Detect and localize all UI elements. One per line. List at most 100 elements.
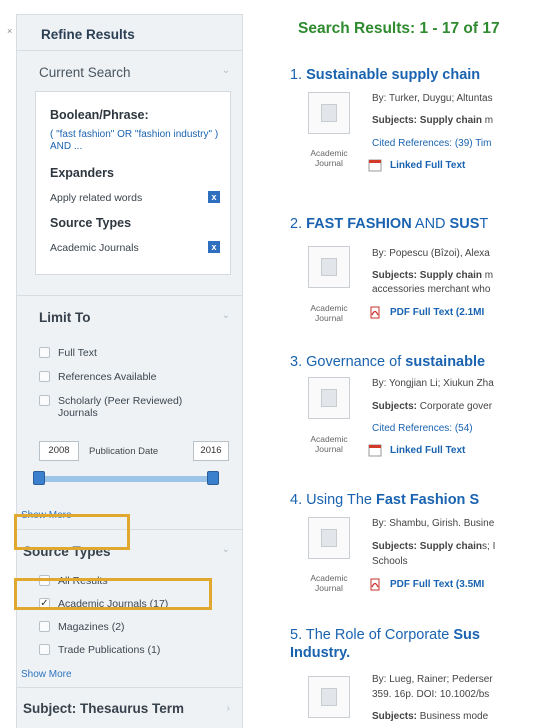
result-number: 1. xyxy=(290,67,303,83)
document-thumbnail-icon[interactable] xyxy=(308,676,350,718)
document-thumbnail-icon[interactable] xyxy=(308,517,350,559)
checkbox-icon[interactable] xyxy=(39,621,50,632)
divider xyxy=(17,687,242,688)
result-title-text[interactable]: Governance of sustainable xyxy=(306,354,485,370)
doc-type-label: Academic Journal xyxy=(310,148,348,168)
result-byline: By: Popescu (Bîzoi), Alexa xyxy=(372,248,490,259)
subject-thesaurus-heading[interactable]: Subject: Thesaurus Term xyxy=(23,701,184,716)
limit-option-label: References Available xyxy=(58,371,157,383)
checkbox-icon[interactable] xyxy=(39,644,50,655)
result-number: 5. xyxy=(290,627,303,643)
checkbox-icon[interactable] xyxy=(39,371,50,382)
checkbox-icon[interactable] xyxy=(39,347,50,358)
pdf-full-text-link[interactable]: PDF Full Text (2.1MI xyxy=(390,307,484,318)
sidebar-title: Refine Results xyxy=(17,15,242,51)
limit-option-scholarly[interactable]: Scholarly (Peer Reviewed) Journals xyxy=(39,395,229,421)
pdf-icon[interactable] xyxy=(368,306,382,319)
slider-handle-start[interactable] xyxy=(33,471,45,485)
cited-references-link[interactable]: Cited References: (54) xyxy=(372,423,473,434)
current-search-heading[interactable]: Current Search xyxy=(39,65,131,80)
source-option-label: Trade Publications (1) xyxy=(58,644,161,656)
search-results: Search Results: 1 - 17 of 17 1. Sustaina… xyxy=(260,0,554,728)
linked-full-text-icon[interactable] xyxy=(368,159,382,172)
chevron-down-icon[interactable]: ⌄ xyxy=(222,65,230,76)
source-show-more-link[interactable]: Show More xyxy=(21,669,72,680)
result-title-1[interactable]: 1. Sustainable supply chain xyxy=(290,67,480,83)
doc-type-label: Academic Journal xyxy=(310,303,348,323)
query-link[interactable]: ( "fast fashion" OR "fashion industry" )… xyxy=(50,129,220,153)
result-subjects-cont: accessories merchant who xyxy=(372,284,491,295)
result-title-text[interactable]: Sustainable supply chain xyxy=(306,67,480,83)
limit-option-references[interactable]: References Available xyxy=(39,371,229,383)
source-types-label: Source Types xyxy=(50,216,132,230)
document-thumbnail-icon[interactable] xyxy=(308,92,350,134)
source-type-item: Academic Journals xyxy=(50,242,139,254)
chevron-right-icon[interactable]: › xyxy=(227,703,230,714)
limit-to-heading[interactable]: Limit To xyxy=(39,310,91,325)
expanders-label: Expanders xyxy=(50,166,114,180)
result-title-text[interactable]: FAST FASHION AND SUST xyxy=(306,216,488,232)
source-types-highlight xyxy=(14,514,130,550)
document-thumbnail-icon[interactable] xyxy=(308,246,350,288)
document-thumbnail-icon[interactable] xyxy=(308,377,350,419)
refine-results-sidebar: Refine Results Current Search ⌄ Boolean/… xyxy=(16,14,243,728)
result-byline: By: Turker, Duygu; Altuntas xyxy=(372,93,493,104)
expander-row: Apply related words x xyxy=(50,191,220,204)
source-option-magazines[interactable]: Magazines (2) xyxy=(39,621,229,633)
result-subjects-cont: Schools xyxy=(372,556,408,567)
result-subjects: Subjects: Supply chains; I xyxy=(372,541,496,552)
linked-full-text-link[interactable]: Linked Full Text xyxy=(390,445,465,456)
pdf-icon[interactable] xyxy=(368,578,382,591)
result-subjects: Subjects: Supply chain m xyxy=(372,115,494,126)
result-number: 3. xyxy=(290,354,303,370)
checkbox-icon[interactable] xyxy=(39,395,50,406)
ui-root: { "sidebar": { "collapse_icon": "\u00d7"… xyxy=(0,0,554,728)
boolean-phrase-label: Boolean/Phrase: xyxy=(50,108,149,122)
doc-type-label: Academic Journal xyxy=(310,434,348,454)
result-subjects: Subjects: Supply chain m xyxy=(372,270,494,281)
result-byline: By: Yongjian Li; Xiukun Zha xyxy=(372,378,494,389)
result-byline: By: Shambu, Girish. Busine xyxy=(372,518,495,529)
limit-to-section: Limit To ⌄ Full Text References Availabl… xyxy=(17,296,242,526)
academic-journals-highlight xyxy=(14,578,212,610)
result-title-3[interactable]: 3. Governance of sustainable xyxy=(290,354,485,370)
date-to-input[interactable]: 2016 xyxy=(193,441,229,461)
result-byline-cont: 359. 16p. DOI: 10.1002/bs xyxy=(372,689,490,700)
date-range-slider[interactable] xyxy=(33,471,219,485)
linked-full-text-link[interactable]: Linked Full Text xyxy=(390,160,465,171)
publication-date-label: Publication Date xyxy=(89,446,159,457)
result-title-text[interactable]: Using The Fast Fashion S xyxy=(306,492,479,508)
doc-type-label: Academic Journal xyxy=(310,573,348,593)
remove-source-type-icon[interactable]: x xyxy=(208,241,220,253)
cited-references-link[interactable]: Cited References: (39) Tim xyxy=(372,138,492,149)
current-search-section: Current Search ⌄ Boolean/Phrase: ( "fast… xyxy=(17,51,242,321)
result-title-4[interactable]: 4. Using The Fast Fashion S xyxy=(290,492,479,508)
chevron-down-icon[interactable]: ⌄ xyxy=(222,310,230,321)
result-subjects: Subjects: Business mode xyxy=(372,711,489,722)
source-option-trade[interactable]: Trade Publications (1) xyxy=(39,644,229,656)
result-title-5[interactable]: 5. The Role of Corporate Sus xyxy=(290,627,480,643)
result-subjects: Subjects: Corporate gover xyxy=(372,401,493,412)
limit-option-label: Full Text xyxy=(58,347,97,359)
slider-fill xyxy=(37,476,215,482)
publication-date-row: 2008 Publication Date 2016 xyxy=(39,441,237,461)
limit-option-label: Scholarly (Peer Reviewed) Journals xyxy=(58,395,183,419)
collapse-sidebar-icon[interactable]: × xyxy=(7,26,12,36)
chevron-down-icon[interactable]: ⌄ xyxy=(222,544,230,555)
result-title-text[interactable]: The Role of Corporate Sus xyxy=(306,627,480,643)
result-title-2[interactable]: 2. FAST FASHION AND SUST xyxy=(290,216,488,232)
results-header: Search Results: 1 - 17 of 17 xyxy=(298,20,500,37)
slider-handle-end[interactable] xyxy=(207,471,219,485)
result-number: 4. xyxy=(290,492,303,508)
limit-option-full-text[interactable]: Full Text xyxy=(39,347,229,359)
result-title-5-cont[interactable]: Industry. xyxy=(290,645,350,661)
source-option-label: Magazines (2) xyxy=(58,621,125,633)
remove-expander-icon[interactable]: x xyxy=(208,191,220,203)
current-search-box: Boolean/Phrase: ( "fast fashion" OR "fas… xyxy=(35,91,231,275)
result-number: 2. xyxy=(290,216,303,232)
expander-item: Apply related words xyxy=(50,192,143,204)
linked-full-text-icon[interactable] xyxy=(368,444,382,457)
source-type-row: Academic Journals x xyxy=(50,241,220,254)
date-from-input[interactable]: 2008 xyxy=(39,441,79,461)
pdf-full-text-link[interactable]: PDF Full Text (3.5MI xyxy=(390,579,484,590)
